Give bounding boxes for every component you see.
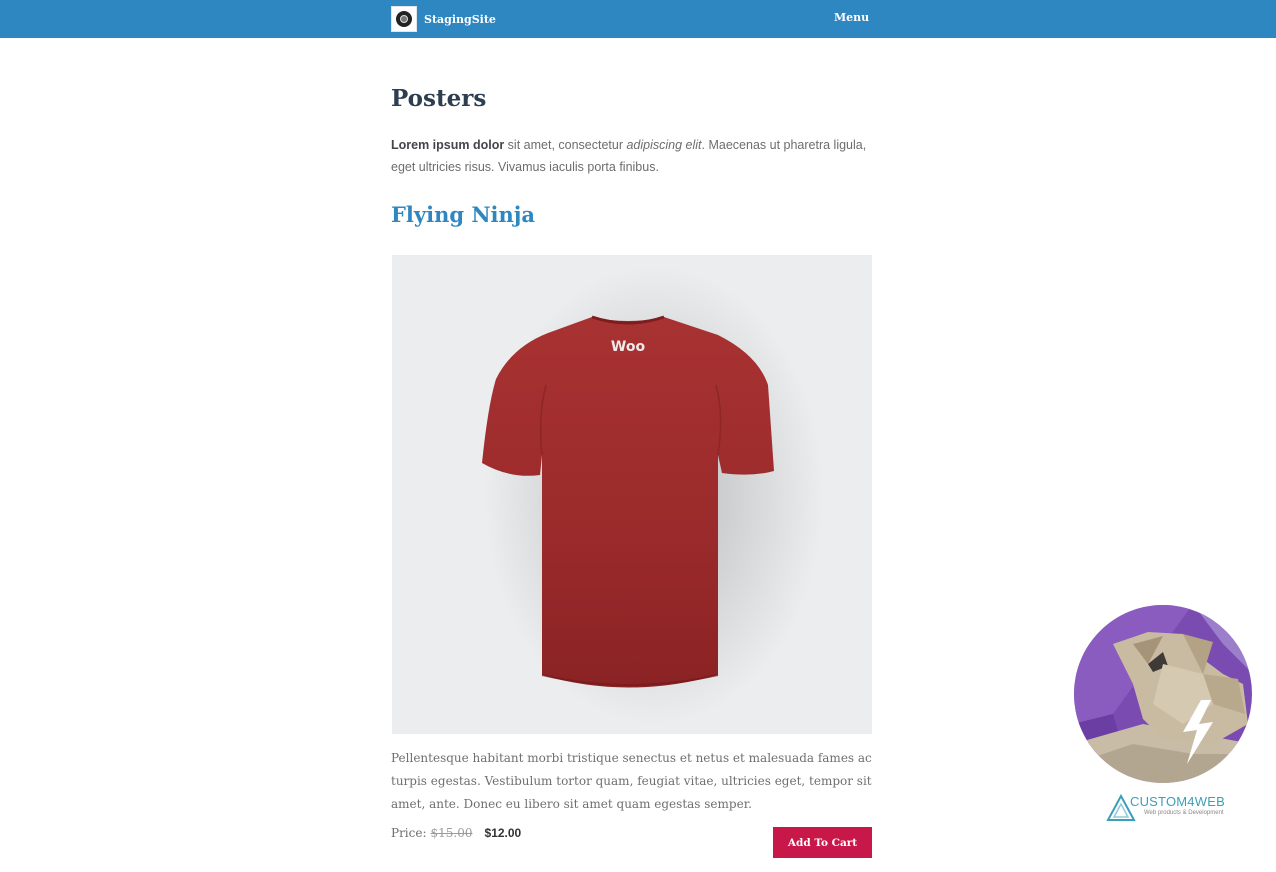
menu-button[interactable]: Menu bbox=[834, 11, 869, 24]
company-tagline: Web products & Development bbox=[1144, 810, 1224, 816]
product-image[interactable]: Woo bbox=[392, 255, 872, 734]
add-to-cart-button[interactable]: Add To Cart bbox=[773, 827, 872, 858]
site-name: StagingSite bbox=[424, 12, 496, 26]
site-logo-icon bbox=[391, 6, 417, 32]
sale-price: $12.00 bbox=[484, 826, 522, 840]
custom4web-logo: CUSTOM4WEB Web products & Development bbox=[1106, 793, 1228, 827]
red-tshirt-back-image: Woo bbox=[482, 265, 824, 725]
product-description: Pellentesque habitant morbi tristique se… bbox=[391, 751, 872, 811]
intro-italic-text: adipiscing elit bbox=[626, 138, 702, 152]
price-row: Price: $15.00 $12.00 bbox=[391, 826, 521, 840]
regular-price: $15.00 bbox=[430, 826, 473, 840]
company-name: CUSTOM4WEB bbox=[1130, 794, 1225, 809]
product-title-link[interactable]: Flying Ninja bbox=[391, 202, 535, 227]
top-navigation-bar: StagingSite Menu bbox=[0, 0, 1276, 38]
intro-bold-text: Lorem ipsum dolor bbox=[391, 138, 505, 152]
page-title: Posters bbox=[391, 85, 487, 112]
price-label: Price: bbox=[391, 826, 427, 840]
site-brand-link[interactable]: StagingSite bbox=[391, 6, 496, 32]
intro-text: sit amet, consectetur bbox=[504, 138, 627, 152]
custom4web-badge-icon bbox=[1073, 604, 1253, 784]
shirt-print-text: Woo bbox=[611, 339, 646, 355]
intro-paragraph: Lorem ipsum dolor sit amet, consectetur … bbox=[391, 134, 891, 178]
